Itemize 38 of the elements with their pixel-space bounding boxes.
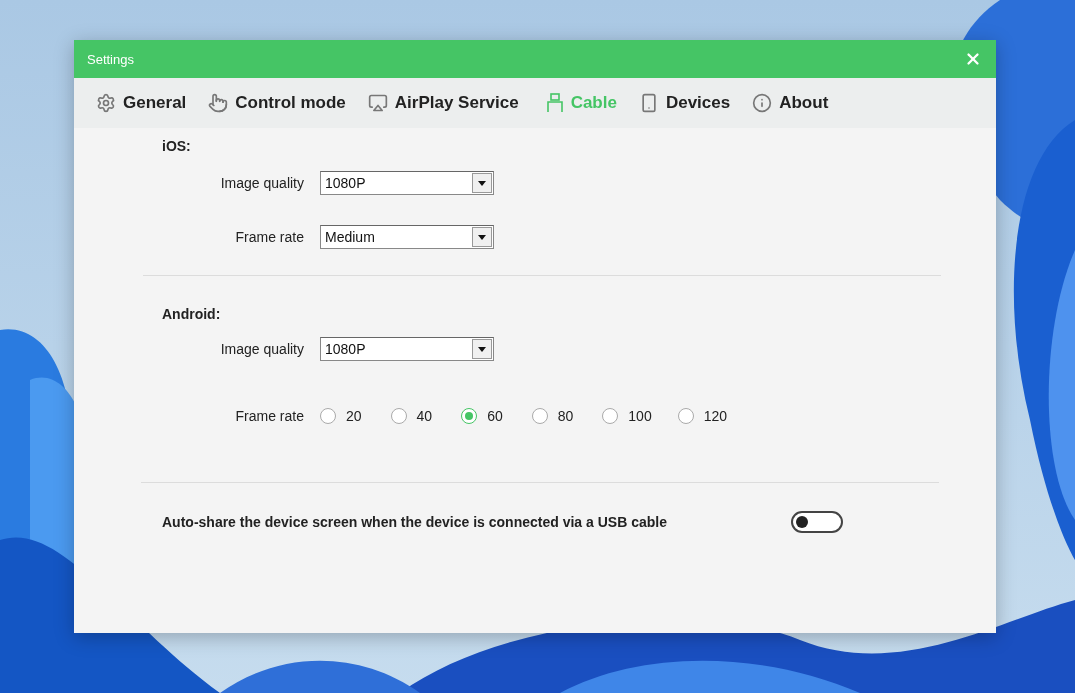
- section-heading: Android:: [162, 306, 222, 322]
- caret-icon: [478, 234, 486, 240]
- info-icon: [752, 93, 773, 113]
- tab[interactable]: General: [96, 93, 187, 113]
- field-label: Image quality: [219, 175, 304, 191]
- auto-share-label: Auto-share the device screen when the device is connected via a USB cable: [162, 513, 668, 531]
- field-label: Image quality: [219, 341, 304, 357]
- tab[interactable]: Devices: [638, 93, 731, 113]
- radio-option[interactable]: 60: [461, 408, 503, 424]
- dropdown[interactable]: Medium: [320, 225, 494, 249]
- tab[interactable]: Control mode: [208, 93, 346, 113]
- window-title: Settings: [87, 51, 134, 67]
- radio-option[interactable]: 80: [531, 408, 574, 424]
- radio-option[interactable]: 120: [677, 408, 728, 424]
- caret-icon: [478, 346, 486, 352]
- dropdown-arrow-button[interactable]: [472, 339, 492, 359]
- dropdown[interactable]: 1080P: [320, 171, 494, 195]
- pointing-hand-icon: [208, 93, 229, 113]
- close-icon: [964, 50, 982, 68]
- section-heading: iOS:: [162, 138, 192, 154]
- radio-option[interactable]: 40: [390, 408, 433, 424]
- tab[interactable]: About: [752, 93, 829, 113]
- dropdown-arrow-button[interactable]: [472, 227, 492, 247]
- dropdown[interactable]: 1080P: [320, 337, 494, 361]
- field-label: Frame rate: [234, 229, 304, 245]
- dropdown-arrow-button[interactable]: [472, 173, 492, 193]
- toggle-switch[interactable]: [791, 511, 843, 533]
- caret-icon: [478, 180, 486, 186]
- screen-cast-icon: [367, 93, 388, 113]
- tab[interactable]: AirPlay Service: [367, 93, 519, 113]
- radio-option[interactable]: 100: [602, 408, 652, 424]
- radio-option[interactable]: 20: [320, 408, 362, 424]
- dropdown-value: 1080P: [325, 175, 366, 191]
- gear-icon: [96, 93, 116, 113]
- dropdown-value: Medium: [325, 229, 375, 245]
- field-label: Frame rate: [234, 408, 304, 424]
- plug-icon: [545, 93, 564, 113]
- dropdown-value: 1080P: [325, 341, 366, 357]
